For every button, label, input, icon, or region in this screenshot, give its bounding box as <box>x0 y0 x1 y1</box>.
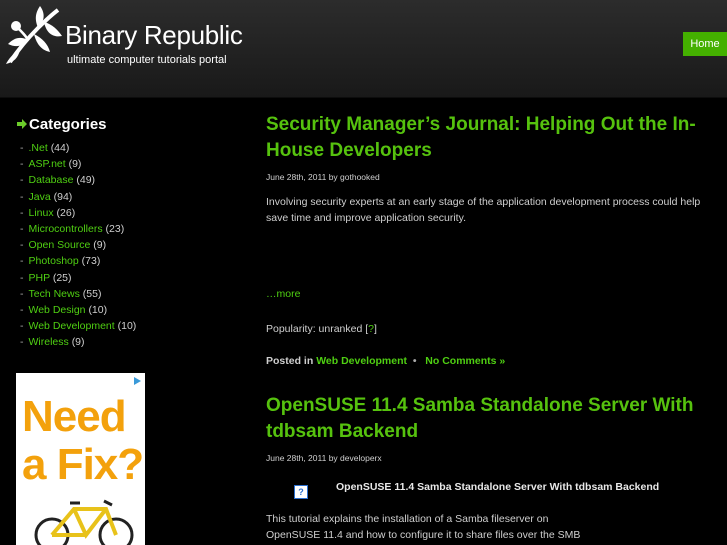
post-article: Security Manager’s Journal: Helping Out … <box>266 112 716 367</box>
post-excerpt: Involving security experts at an early s… <box>266 196 701 224</box>
list-item: - Linux (26) <box>20 206 76 219</box>
category-link[interactable]: Open Source <box>29 239 91 251</box>
category-list: - .Net (44) - ASP.net (9) - Database (49) -… <box>20 142 216 352</box>
popularity-line: Popularity: unranked [?] <box>266 323 377 335</box>
list-item: - Microcontrollers (23) <box>20 222 125 235</box>
category-link[interactable]: Java <box>29 191 51 203</box>
post-excerpt: This tutorial explains the installation … <box>266 513 581 541</box>
list-item: - Database (49) <box>20 174 96 187</box>
category-link[interactable]: Web Design <box>29 304 86 316</box>
category-link[interactable]: Database <box>29 174 74 186</box>
broken-image-icon[interactable]: ? <box>294 485 308 499</box>
list-item: - .Net (44) <box>20 142 70 154</box>
list-item: - Open Source (9) <box>20 239 107 252</box>
sidebar: Categories - .Net (44) - ASP.net (9) - Data… <box>16 114 216 352</box>
list-item: - Java (94) <box>20 190 73 203</box>
post-title-link[interactable]: OpenSUSE 11.4 Samba Standalone Server Wi… <box>266 393 716 445</box>
category-link[interactable]: Tech News <box>29 288 80 300</box>
nav-home-link[interactable]: Home <box>683 32 727 56</box>
site-tagline: ultimate computer tutorials portal <box>67 54 227 66</box>
post-image-caption: OpenSUSE 11.4 Samba Standalone Server Wi… <box>336 481 660 493</box>
category-link[interactable]: Photoshop <box>29 255 79 267</box>
post-meta: June 28th, 2011 by developerx <box>266 453 382 463</box>
category-link[interactable]: .Net <box>29 142 48 154</box>
categories-title: Categories <box>29 115 107 133</box>
category-link[interactable]: ASP.net <box>29 158 66 170</box>
categories-header: Categories <box>16 114 216 134</box>
category-link[interactable]: Microcontrollers <box>29 223 103 235</box>
list-item: - Wireless (9) <box>20 336 85 349</box>
read-more-link[interactable]: …more <box>266 288 300 300</box>
list-item: - Web Design (10) <box>20 303 108 316</box>
ad-choices-icon[interactable] <box>131 375 143 387</box>
category-link[interactable]: Web Development <box>29 320 115 332</box>
post-article: OpenSUSE 11.4 Samba Standalone Server Wi… <box>266 393 716 543</box>
list-item: - ASP.net (9) <box>20 158 82 171</box>
category-link[interactable]: Linux <box>29 207 54 219</box>
comments-link[interactable]: No Comments » <box>425 355 505 367</box>
arrow-right-bullet-icon <box>17 119 27 129</box>
ad-headline-line2: a Fix? <box>22 440 144 489</box>
site-title[interactable]: Binary Republic <box>65 20 243 51</box>
post-image-row: ? OpenSUSE 11.4 Samba Standalone Server … <box>294 475 716 499</box>
list-item: - Photoshop (73) <box>20 255 101 268</box>
category-link[interactable]: PHP <box>29 272 50 284</box>
post-category-link[interactable]: Web Development <box>316 355 407 367</box>
post-meta: June 28th, 2011 by gothooked <box>266 172 380 182</box>
site-header: Binary Republic ultimate computer tutori… <box>0 0 727 98</box>
main-content: Security Manager’s Journal: Helping Out … <box>266 112 716 543</box>
list-item: - Web Development (10) <box>20 320 137 333</box>
category-link[interactable]: Wireless <box>29 336 69 348</box>
list-item: - Tech News (55) <box>20 287 102 300</box>
list-item: - PHP (25) <box>20 271 72 284</box>
bicycle-image-icon <box>34 499 134 545</box>
vine-leaves-logo-icon[interactable] <box>4 4 64 64</box>
posted-in-line: Posted in Web Development • No Comments … <box>266 355 506 367</box>
ad-headline-line1: Need <box>22 392 127 441</box>
post-title-link[interactable]: Security Manager’s Journal: Helping Out … <box>266 112 716 164</box>
sidebar-ad-banner[interactable]: Need a Fix? <box>16 373 145 545</box>
